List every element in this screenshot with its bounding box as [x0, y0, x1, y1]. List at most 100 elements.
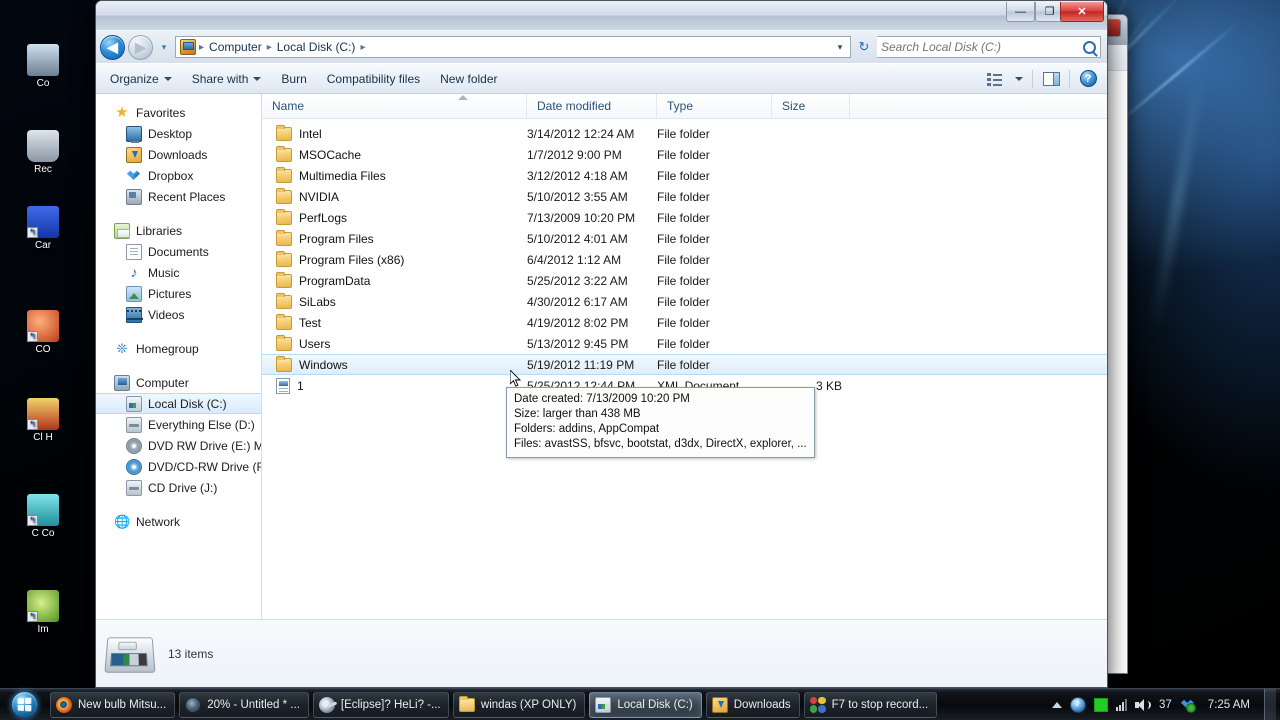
file-name-cell[interactable]: Users — [262, 334, 527, 351]
table-row[interactable]: NVIDIA 5/10/2012 3:55 AM File folder — [262, 186, 1107, 207]
breadcrumb-separator[interactable]: ▸ — [359, 42, 366, 53]
column-header-type[interactable]: Type — [657, 94, 772, 118]
table-row[interactable]: PerfLogs 7/13/2009 10:20 PM File folder — [262, 207, 1107, 228]
file-name-cell[interactable]: NVIDIA — [262, 187, 527, 204]
change-view-dropdown[interactable] — [1009, 67, 1029, 91]
file-name-cell[interactable]: Intel — [262, 124, 527, 141]
desktop-icon[interactable]: ↰ C Co — [6, 494, 80, 539]
navigation-pane[interactable]: ★ Favorites Desktop Downloads Dropbox Re… — [96, 94, 262, 619]
sidebar-group-homegroup[interactable]: ❊ Homegroup — [96, 338, 261, 359]
sidebar-item-local-disk-c[interactable]: Local Disk (C:) — [96, 393, 261, 414]
sidebar-item-pictures[interactable]: Pictures — [96, 283, 261, 304]
organize-button[interactable]: Organize — [100, 67, 182, 91]
breadcrumb-local-disk[interactable]: Local Disk (C:) — [273, 40, 360, 54]
sidebar-group-libraries[interactable]: Libraries — [96, 220, 261, 241]
sidebar-item-downloads[interactable]: Downloads — [96, 144, 261, 165]
taskbar-button-firefox[interactable]: New bulb Mitsu... — [50, 691, 176, 718]
sidebar-group-favorites[interactable]: ★ Favorites — [96, 102, 261, 123]
network-signal-icon[interactable] — [1116, 698, 1127, 711]
dropbox-icon[interactable] — [1180, 697, 1196, 713]
table-row[interactable]: SiLabs 4/30/2012 6:17 AM File folder — [262, 291, 1107, 312]
file-name-cell[interactable]: PerfLogs — [262, 208, 527, 225]
window-titlebar[interactable]: — ❐ ✕ — [96, 1, 1107, 31]
table-row[interactable]: Intel 3/14/2012 12:24 AM File folder — [262, 123, 1107, 144]
file-name-cell[interactable]: SiLabs — [262, 292, 527, 309]
sidebar-item-recent-places[interactable]: Recent Places — [96, 186, 261, 207]
breadcrumb-separator[interactable]: ▸ — [198, 42, 205, 53]
sidebar-item-cd-drive-j[interactable]: CD Drive (J:) — [96, 477, 261, 498]
refresh-button[interactable]: ↻ — [854, 39, 874, 55]
explorer-window[interactable]: — ❐ ✕ ◀ ▶ ▾ ▸ Computer ▸ Local Disk (C:)… — [95, 0, 1108, 688]
breadcrumb-separator[interactable]: ▸ — [266, 42, 273, 53]
green-square-icon[interactable] — [1094, 697, 1108, 712]
taskbar-button-windas[interactable]: windas (XP ONLY) — [452, 691, 586, 718]
desktop-icon[interactable]: ↰ Car — [6, 206, 80, 251]
address-dropdown-button[interactable]: ▾ — [832, 42, 848, 53]
search-box[interactable] — [877, 36, 1101, 58]
forward-button[interactable]: ▶ — [128, 34, 153, 60]
column-header-size[interactable]: Size — [772, 94, 850, 118]
change-view-button[interactable] — [979, 67, 1009, 91]
table-row[interactable]: Program Files 5/10/2012 4:01 AM File fol… — [262, 228, 1107, 249]
sidebar-item-videos[interactable]: Videos — [96, 304, 261, 325]
column-header-date-modified[interactable]: Date modified — [527, 94, 657, 118]
table-row[interactable]: ProgramData 5/25/2012 3:22 AM File folde… — [262, 270, 1107, 291]
file-name-cell[interactable]: MSOCache — [262, 145, 527, 162]
table-row[interactable]: Multimedia Files 3/12/2012 4:18 AM File … — [262, 165, 1107, 186]
table-row[interactable]: Users 5/13/2012 9:45 PM File folder — [262, 333, 1107, 354]
table-row[interactable]: MSOCache 1/7/2012 9:00 PM File folder — [262, 144, 1107, 165]
table-row[interactable]: Windows 5/19/2012 11:19 PM File folder — [262, 354, 1107, 375]
volume-icon[interactable] — [1135, 698, 1151, 712]
desktop-icon[interactable]: Rec — [6, 130, 80, 175]
sidebar-item-dvd-cd-rw-f[interactable]: DVD/CD-RW Drive (F: — [96, 456, 261, 477]
file-name-cell[interactable]: Multimedia Files — [262, 166, 527, 183]
itunes-icon[interactable] — [1070, 696, 1086, 713]
desktop-icon[interactable]: ↰ Im — [6, 590, 80, 635]
sidebar-item-dropbox[interactable]: Dropbox — [96, 165, 261, 186]
minimize-button[interactable]: — — [1006, 2, 1035, 22]
file-name-cell[interactable]: 1 — [262, 377, 527, 394]
start-button[interactable] — [0, 690, 48, 720]
new-folder-button[interactable]: New folder — [430, 67, 507, 91]
address-bar[interactable]: ▸ Computer ▸ Local Disk (C:) ▸ ▾ — [175, 36, 851, 58]
close-button[interactable]: ✕ — [1060, 2, 1104, 22]
sidebar-group-network[interactable]: 🌐 Network — [96, 511, 261, 532]
file-name-cell[interactable]: Program Files (x86) — [262, 250, 527, 267]
search-input[interactable] — [881, 40, 1083, 54]
column-header-name[interactable]: Name — [262, 94, 527, 118]
help-button[interactable]: ? — [1073, 67, 1103, 91]
sidebar-item-dvd-rw-e[interactable]: DVD RW Drive (E:) Ma — [96, 435, 261, 456]
taskbar[interactable]: New bulb Mitsu... 20% - Untitled * ... [… — [0, 688, 1280, 720]
table-row[interactable]: Program Files (x86) 6/4/2012 1:12 AM Fil… — [262, 249, 1107, 270]
file-name-cell[interactable]: Program Files — [262, 229, 527, 246]
show-desktop-button[interactable] — [1264, 688, 1276, 720]
file-name-cell[interactable]: Windows — [262, 355, 527, 372]
sidebar-item-everything-else-d[interactable]: Everything Else (D:) — [96, 414, 261, 435]
file-name-cell[interactable]: ProgramData — [262, 271, 527, 288]
taskbar-button-eclipse[interactable]: [Eclipse]? HeLi? -... — [312, 691, 449, 718]
compatibility-files-button[interactable]: Compatibility files — [317, 67, 430, 91]
clock[interactable]: 7:25 AM — [1204, 699, 1250, 711]
table-row[interactable]: Test 4/19/2012 8:02 PM File folder — [262, 312, 1107, 333]
burn-button[interactable]: Burn — [271, 67, 316, 91]
file-name-cell[interactable]: Test — [262, 313, 527, 330]
file-list-pane[interactable]: Name Date modified Type Size Intel 3/14/… — [262, 94, 1107, 619]
sidebar-group-computer[interactable]: Computer — [96, 372, 261, 393]
sidebar-item-music[interactable]: ♪ Music — [96, 262, 261, 283]
sidebar-item-documents[interactable]: Documents — [96, 241, 261, 262]
recent-pages-button[interactable]: ▾ — [156, 36, 172, 58]
desktop-icon[interactable]: Co — [6, 44, 80, 89]
desktop-icon[interactable]: ↰ Cl H — [6, 398, 80, 443]
back-button[interactable]: ◀ — [100, 34, 125, 60]
taskbar-button-untitled[interactable]: 20% - Untitled * ... — [179, 691, 309, 718]
show-preview-pane-button[interactable] — [1036, 67, 1066, 91]
show-hidden-icons-button[interactable] — [1052, 701, 1062, 708]
desktop-icon[interactable]: ↰ CO — [6, 310, 80, 355]
sidebar-item-desktop[interactable]: Desktop — [96, 123, 261, 144]
battery-label[interactable]: 37 — [1159, 699, 1172, 711]
breadcrumb-computer[interactable]: Computer — [205, 40, 266, 54]
share-with-button[interactable]: Share with — [182, 67, 272, 91]
taskbar-button-downloads[interactable]: Downloads — [705, 691, 800, 718]
taskbar-button-local-disk[interactable]: Local Disk (C:) — [589, 691, 702, 718]
taskbar-button-recorder[interactable]: F7 to stop record... — [803, 691, 938, 718]
